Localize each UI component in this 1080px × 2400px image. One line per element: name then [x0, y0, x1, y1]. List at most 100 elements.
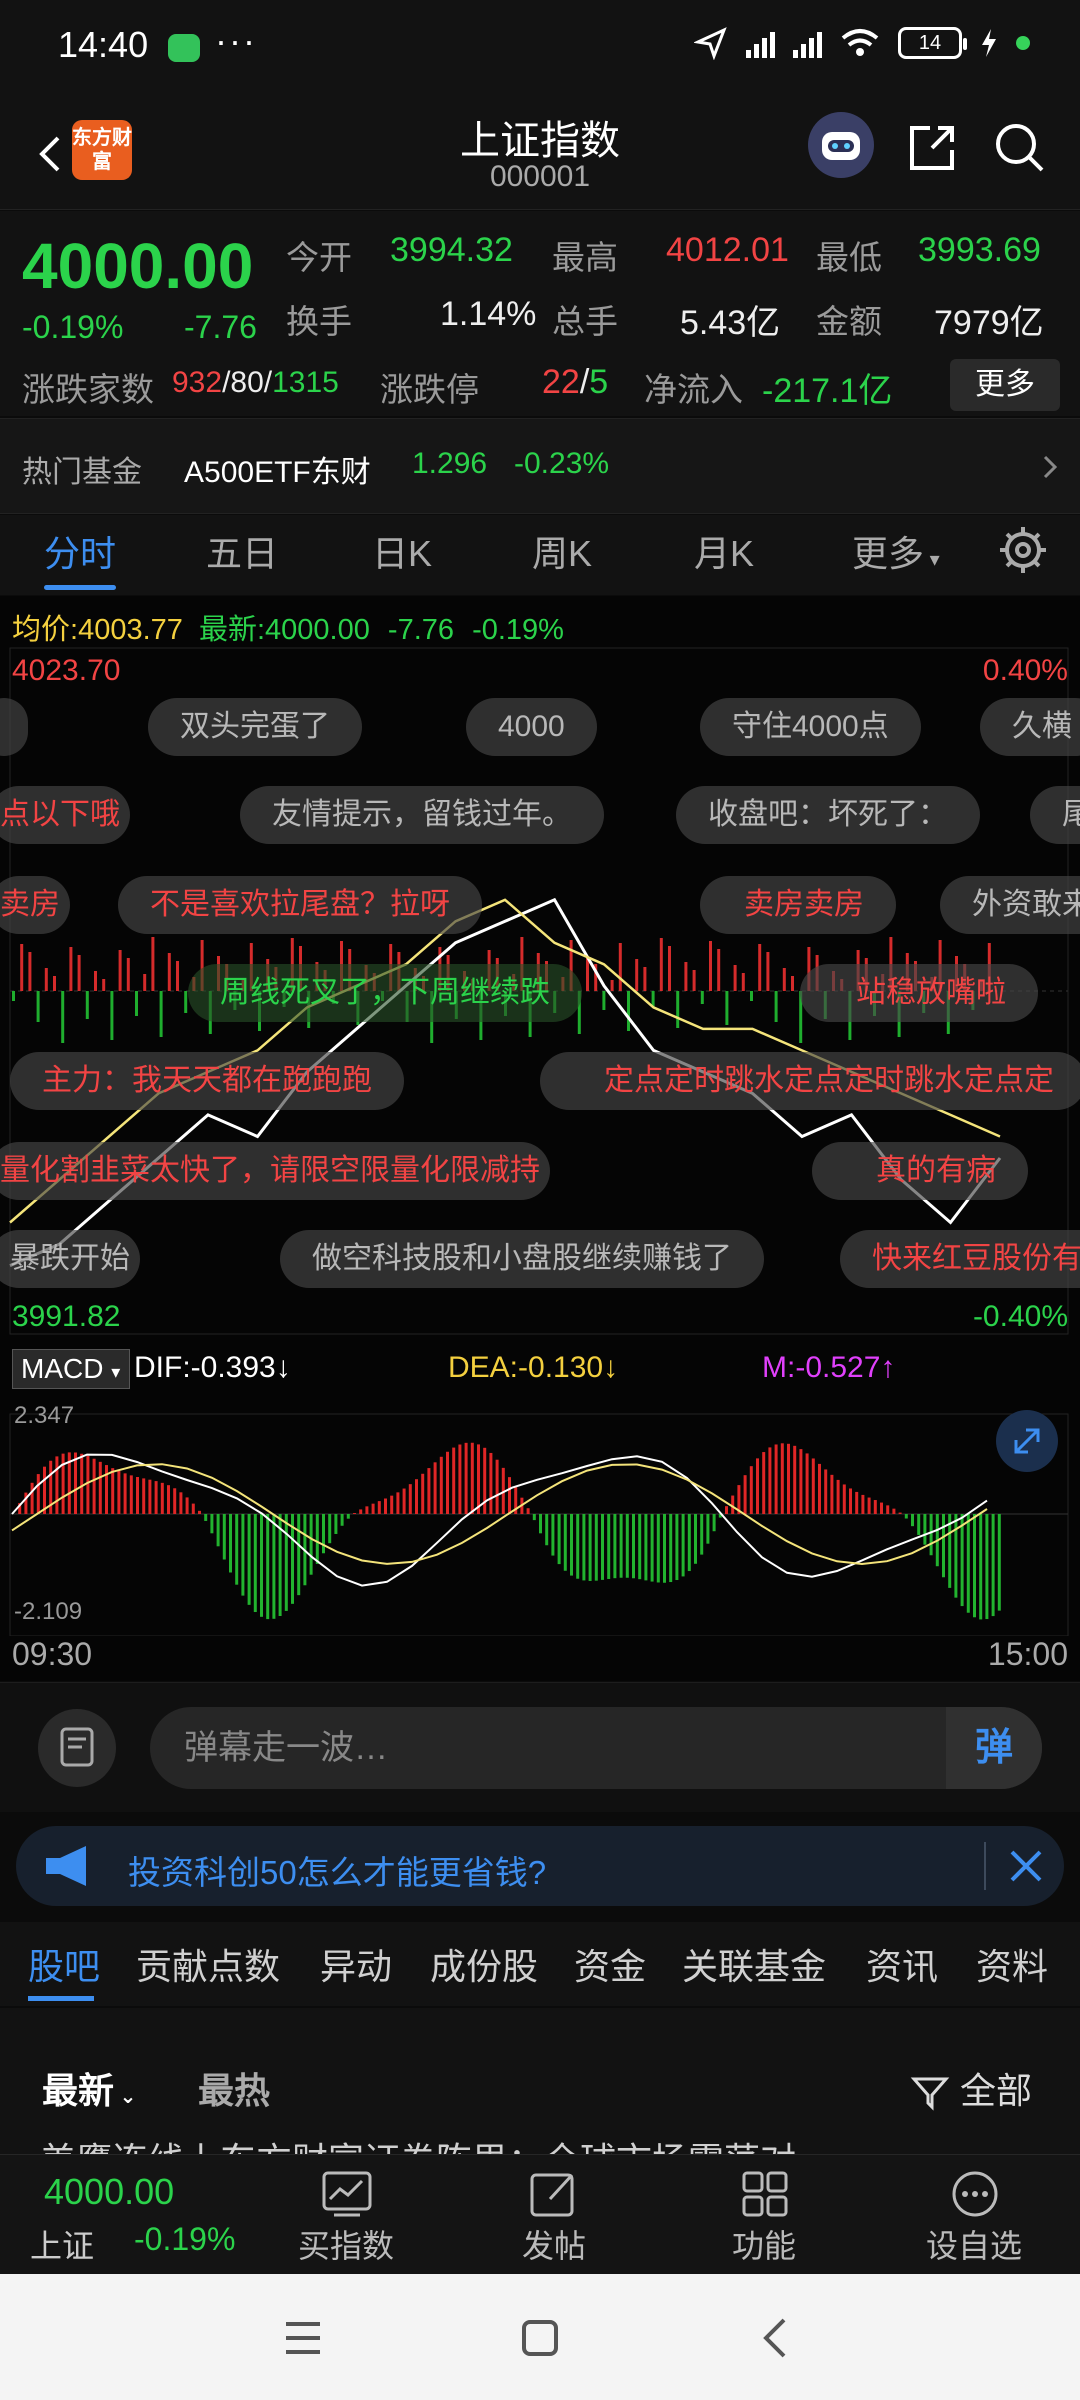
- macd-bar: [402, 1488, 406, 1514]
- section-tab-underline: [28, 1996, 94, 2001]
- macd-bar: [353, 1513, 356, 1514]
- tab-movement[interactable]: 异动: [320, 1938, 392, 1990]
- volume-bar: [692, 970, 696, 991]
- danmu-bubble: 外资敢来: [940, 876, 1080, 934]
- macd-bar: [911, 1514, 914, 1527]
- signal-icon-2: [793, 28, 822, 58]
- volume-bar: [774, 991, 778, 1022]
- macd-selector[interactable]: MACD ▾: [12, 1349, 130, 1389]
- ai-assistant-icon[interactable]: [808, 112, 874, 178]
- sort-latest[interactable]: 最新 ⌄: [42, 2062, 136, 2114]
- sort-hot[interactable]: 最热: [198, 2062, 270, 2114]
- tab-more-label: 更多: [852, 533, 925, 574]
- macd-bar: [867, 1497, 871, 1514]
- macd-bar: [886, 1505, 890, 1514]
- macd-bar: [842, 1484, 846, 1514]
- macd-bar: [526, 1508, 530, 1514]
- danmu-bubble: 真的有病: [812, 1142, 1028, 1200]
- danmu-bubble: 4000: [466, 698, 597, 756]
- danmu-input[interactable]: 弹幕走一波…: [150, 1707, 1042, 1789]
- tab-funds-flow[interactable]: 资金: [574, 1938, 646, 1990]
- macd-bar: [532, 1514, 536, 1521]
- macd-bar: [377, 1501, 381, 1514]
- macd-bar: [632, 1514, 635, 1579]
- macd-bar: [979, 1514, 983, 1620]
- battery-icon: 14: [898, 27, 967, 59]
- danmu-bubble: 守住4000点: [700, 698, 921, 756]
- expand-icon[interactable]: [996, 1410, 1058, 1472]
- danmu-bubble: 做空科技股和小盘股继续赚钱了: [280, 1230, 764, 1288]
- macd-bar: [805, 1453, 809, 1514]
- tab-daily-k[interactable]: 日K: [372, 525, 432, 577]
- macd-bar: [204, 1514, 208, 1521]
- more-notifications-icon: ···: [215, 20, 257, 61]
- post-button[interactable]: 发帖: [474, 2221, 634, 2267]
- tab-more[interactable]: 更多 ▾: [852, 525, 940, 577]
- macd-bar: [408, 1484, 412, 1514]
- macd-bar: [663, 1514, 666, 1583]
- inflow-value: -217.1亿: [762, 372, 893, 410]
- share-icon[interactable]: [902, 118, 962, 178]
- tab-news[interactable]: 资讯: [866, 1938, 938, 1990]
- tab-weekly-k[interactable]: 周K: [532, 525, 592, 577]
- macd-bar: [613, 1514, 617, 1579]
- low-label: 最低: [816, 239, 882, 276]
- macd-bar: [973, 1514, 976, 1618]
- tab-profile[interactable]: 资料: [976, 1938, 1048, 1990]
- gear-icon[interactable]: [996, 523, 1050, 577]
- volume-bar: [725, 991, 729, 1025]
- nav-back-icon[interactable]: [756, 2316, 796, 2360]
- menu-icon[interactable]: [282, 2318, 324, 2358]
- volume-bar: [61, 991, 65, 1043]
- volume-bar: [53, 976, 56, 991]
- signal-icon: [746, 28, 775, 58]
- hot-fund-bar[interactable]: 热门基金 A500ETF东财 1.296 -0.23%: [0, 418, 1080, 514]
- hot-fund-price: 1.296: [412, 447, 488, 480]
- danmu-bubble: 点以下哦: [0, 786, 130, 844]
- filter-icon: [910, 2077, 950, 2112]
- macd-bar: [452, 1447, 456, 1514]
- notice-text: 投资科创50怎么才能更省钱?: [128, 1854, 547, 1891]
- volume-bar: [184, 991, 188, 1013]
- macd-bar: [495, 1459, 499, 1514]
- app-header: 东方财富 上证指数 000001: [0, 100, 1080, 210]
- macd-bar: [557, 1514, 561, 1565]
- search-icon[interactable]: [990, 118, 1050, 178]
- more-quote-button[interactable]: 更多: [950, 359, 1060, 411]
- macd-bar: [576, 1514, 580, 1579]
- danmu-send-button[interactable]: 弹: [946, 1707, 1042, 1789]
- macd-bar: [694, 1514, 697, 1564]
- filter-all[interactable]: 全部: [910, 2062, 1032, 2114]
- limit-up-count: 22: [542, 363, 580, 401]
- add-watchlist-button[interactable]: 设自选: [894, 2221, 1054, 2267]
- macd-bar: [470, 1442, 474, 1514]
- danmu-settings-icon[interactable]: [38, 1709, 116, 1787]
- low-value: 3993.69: [918, 231, 1041, 269]
- intraday-chart[interactable]: 均价:4003.77 最新:4000.00 -7.76 -0.19% 4023.…: [0, 596, 1080, 1681]
- y-bottom-label: 3991.82: [12, 1300, 121, 1333]
- volume-bar: [28, 952, 32, 991]
- megaphone-icon: [46, 1846, 86, 1886]
- macd-bar: [650, 1514, 654, 1582]
- location-icon: [694, 27, 727, 60]
- amount-label: 金额: [816, 303, 882, 340]
- tab-contribution[interactable]: 贡献点数: [136, 1938, 280, 1990]
- close-icon[interactable]: [1006, 1846, 1046, 1886]
- tab-related-funds[interactable]: 关联基金: [682, 1938, 826, 1990]
- volume-bar: [176, 961, 179, 991]
- tab-monthly-k[interactable]: 月K: [694, 525, 754, 577]
- volume-bar: [684, 962, 688, 991]
- tab-five-day[interactable]: 五日: [206, 525, 278, 577]
- danmu-bubble: 主力：我天天都在跑跑跑: [10, 1052, 404, 1110]
- macd-bar: [154, 1481, 158, 1514]
- volume-bar: [135, 991, 138, 1016]
- buy-index-button[interactable]: 买指数: [266, 2221, 426, 2267]
- notice-banner[interactable]: 投资科创50怎么才能更省钱?: [16, 1826, 1064, 1906]
- tab-constituents[interactable]: 成份股: [430, 1938, 538, 1990]
- home-icon[interactable]: [520, 2318, 560, 2358]
- tab-intraday[interactable]: 分时: [44, 525, 116, 577]
- tab-guba[interactable]: 股吧: [28, 1938, 100, 1990]
- functions-button[interactable]: 功能: [684, 2221, 844, 2267]
- volume-bar: [750, 991, 753, 1001]
- open-label: 今开: [286, 239, 352, 276]
